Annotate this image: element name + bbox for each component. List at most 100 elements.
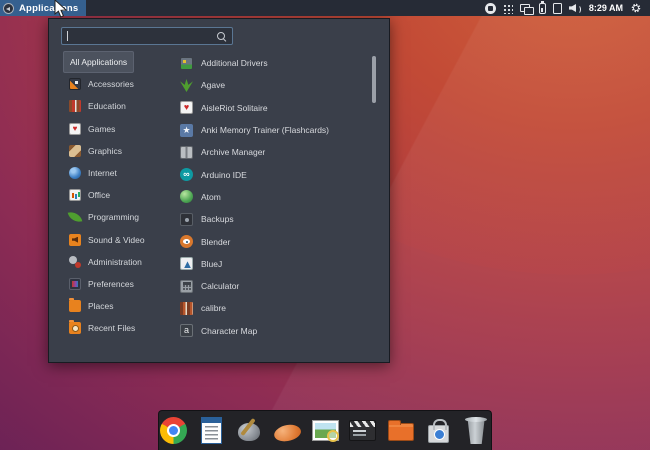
sidebar-item-recent-files[interactable]: Recent Files <box>63 317 141 339</box>
app-item-arduino-ide[interactable]: Arduino IDE <box>180 163 372 185</box>
app-label: Blender <box>201 237 230 247</box>
chat-icon[interactable] <box>520 3 532 14</box>
sidebar-item-sound-video[interactable]: Sound & Video <box>63 229 151 251</box>
messenger-icon[interactable] <box>485 3 496 14</box>
app-label: Character Map <box>201 326 257 336</box>
chrome-icon <box>160 417 187 444</box>
calculator-icon <box>180 280 193 293</box>
sidebar-item-places[interactable]: Places <box>63 295 120 317</box>
office-category-icon <box>69 189 81 201</box>
clock[interactable]: 8:29 AM <box>589 3 623 13</box>
sidebar-item-accessories[interactable]: Accessories <box>63 73 140 95</box>
app-item-archive-manager[interactable]: Archive Manager <box>180 141 372 163</box>
applications-menu-button[interactable]: Applications <box>0 0 86 16</box>
app-item-atom[interactable]: Atom <box>180 186 372 208</box>
anki-icon <box>180 124 193 137</box>
trash-icon <box>464 417 488 444</box>
session-gear-icon[interactable] <box>630 2 642 14</box>
category-label: Office <box>88 190 110 200</box>
app-label: Backups <box>201 214 234 224</box>
image-viewer-icon <box>313 421 338 440</box>
video-editor-icon <box>349 420 376 441</box>
search-box[interactable] <box>61 27 233 45</box>
graphics-category-icon <box>69 145 81 157</box>
preferences-category-icon <box>69 278 81 290</box>
dock-item-gimp[interactable] <box>235 415 265 447</box>
search-icon <box>216 31 227 42</box>
app-label: Calculator <box>201 281 239 291</box>
category-label: All Applications <box>70 57 127 67</box>
app-label: Atom <box>201 192 221 202</box>
accessories-category-icon <box>69 78 81 90</box>
desktop: Applications 8:29 AM All Applications Ac… <box>0 0 650 450</box>
category-label: Places <box>88 301 114 311</box>
text-caret <box>67 31 68 41</box>
blender-icon <box>180 235 193 248</box>
app-item-calibre[interactable]: calibre <box>180 297 372 319</box>
cheese-icon <box>272 421 302 444</box>
dock-item-writer[interactable] <box>197 415 227 447</box>
sidebar-item-office[interactable]: Office <box>63 184 116 206</box>
dock-item-cheese[interactable] <box>272 415 302 447</box>
dock-item-software-center[interactable] <box>423 415 453 447</box>
writer-icon <box>201 417 222 444</box>
category-label: Preferences <box>88 279 134 289</box>
arduino-ide-icon <box>180 168 193 181</box>
character-map-icon <box>180 324 193 337</box>
dock-item-image-viewer[interactable] <box>310 415 340 447</box>
app-item-character-map[interactable]: Character Map <box>180 320 372 342</box>
games-category-icon <box>69 123 81 135</box>
sidebar-item-internet[interactable]: Internet <box>63 162 123 184</box>
category-label: Education <box>88 101 126 111</box>
app-item-additional-drivers[interactable]: Additional Drivers <box>180 52 372 74</box>
clipboard-icon[interactable] <box>553 3 562 14</box>
sidebar-item-preferences[interactable]: Preferences <box>63 273 140 295</box>
sidebar-item-programming[interactable]: Programming <box>63 206 145 228</box>
battery-icon[interactable] <box>539 3 546 14</box>
sound-video-category-icon <box>69 234 81 246</box>
education-category-icon <box>69 100 81 112</box>
search-input[interactable] <box>70 31 216 41</box>
app-label: Agave <box>201 80 225 90</box>
dock-item-trash[interactable] <box>461 415 491 447</box>
recent-files-category-icon <box>69 322 81 334</box>
app-label: Anki Memory Trainer (Flashcards) <box>201 125 329 135</box>
app-item-aisleriot-solitaire[interactable]: AisleRiot Solitaire <box>180 97 372 119</box>
app-item-bluej[interactable]: BlueJ <box>180 253 372 275</box>
app-list-scrollbar[interactable] <box>372 56 376 103</box>
dock-item-files[interactable] <box>386 415 416 447</box>
top-panel: Applications 8:29 AM <box>0 0 650 16</box>
app-item-anki-memory-trainer-flashcards[interactable]: Anki Memory Trainer (Flashcards) <box>180 119 372 141</box>
volume-icon[interactable] <box>569 2 582 14</box>
places-category-icon <box>69 300 81 312</box>
app-label: Archive Manager <box>201 147 265 157</box>
gimp-icon <box>236 418 263 444</box>
app-item-calculator[interactable]: Calculator <box>180 275 372 297</box>
category-label: Administration <box>88 257 142 267</box>
app-item-blender[interactable]: Blender <box>180 230 372 252</box>
app-item-agave[interactable]: Agave <box>180 74 372 96</box>
dock-item-chrome[interactable] <box>159 415 189 447</box>
programming-category-icon <box>68 210 83 225</box>
sidebar-item-all-applications[interactable]: All Applications <box>63 51 134 73</box>
category-list: All Applications Accessories Education G… <box>63 51 181 339</box>
software-center-icon <box>428 425 449 443</box>
sidebar-item-graphics[interactable]: Graphics <box>63 140 128 162</box>
sidebar-item-games[interactable]: Games <box>63 118 121 140</box>
bluej-icon <box>180 257 193 270</box>
distributor-logo-icon <box>3 3 14 14</box>
category-label: Sound & Video <box>88 235 145 245</box>
category-label: Accessories <box>88 79 134 89</box>
applications-menu-panel: All Applications Accessories Education G… <box>48 18 390 363</box>
dock <box>158 410 492 450</box>
calibre-icon <box>180 302 193 315</box>
files-icon <box>388 423 414 441</box>
app-label: Arduino IDE <box>201 170 247 180</box>
sidebar-item-education[interactable]: Education <box>63 95 132 117</box>
category-label: Games <box>88 124 115 134</box>
agave-icon <box>180 79 193 92</box>
dock-item-video-editor[interactable] <box>348 415 378 447</box>
sidebar-item-administration[interactable]: Administration <box>63 251 148 273</box>
app-item-backups[interactable]: Backups <box>180 208 372 230</box>
keyboard-layout-icon[interactable] <box>503 4 513 14</box>
